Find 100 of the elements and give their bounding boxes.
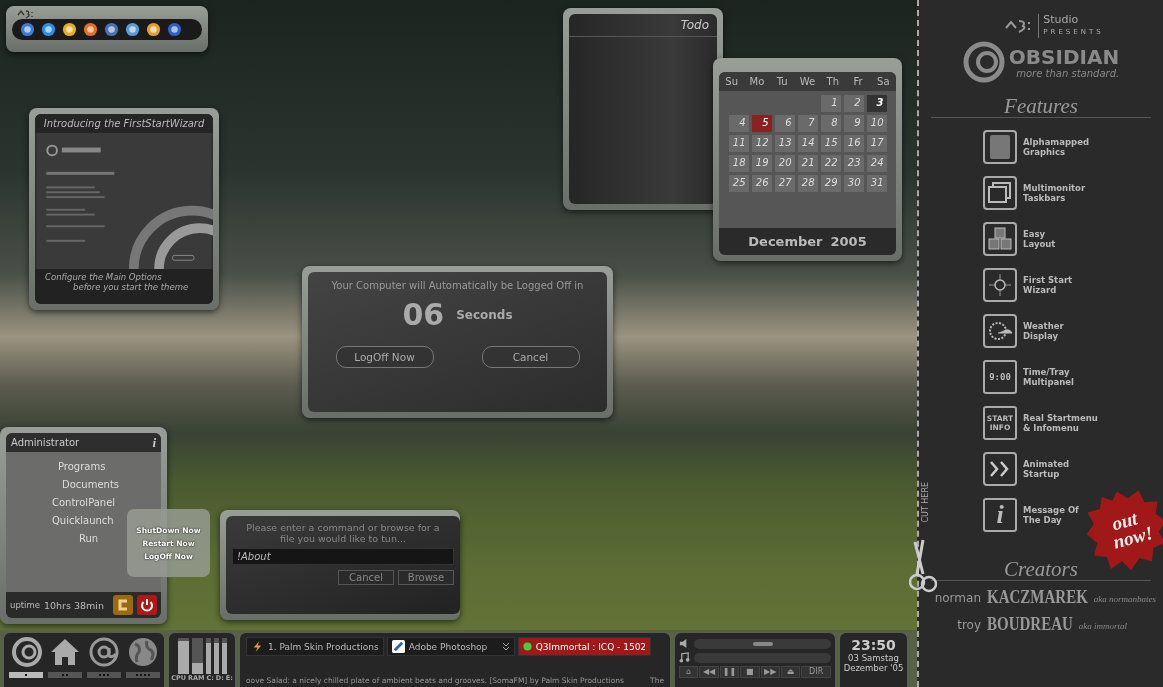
media-button[interactable]: ⌂ [679,666,699,678]
weekday-label: Su [724,76,739,87]
media-button[interactable]: DIR [801,666,832,678]
calendar-day[interactable]: 18 [728,155,749,172]
info-icon[interactable]: i [152,437,156,448]
dialog-button[interactable]: Cancel [338,570,394,585]
feature-label: Weather Display [1023,321,1064,341]
weekday-label: Fr [852,76,864,87]
creator-alias: aka immortal [1078,621,1128,631]
volume-thumb[interactable] [752,641,773,646]
at-sign-icon[interactable] [87,636,120,668]
feature-label: Multimonitor Taskbars [1023,183,1086,203]
cut-here-label: CUT HERE [921,482,930,523]
calendar-day[interactable]: 1 [820,95,841,112]
media-button[interactable]: ▶▶ [760,666,780,678]
calendar-day[interactable]: 31 [866,175,887,192]
feature-label: First Start Wizard [1023,275,1073,295]
product-name: OBSIDIAN [1008,45,1120,68]
calendar-day[interactable]: 7 [797,115,818,132]
command-field[interactable]: !About [232,548,454,565]
calendar-day[interactable]: 14 [797,135,818,152]
calendar-day[interactable]: 17 [866,135,887,152]
app-icon[interactable] [125,22,140,37]
scissors-icon [909,538,939,594]
app-icon[interactable] [167,22,182,37]
run-prompt: Please enter a command or browse for a file you would like to tun... [245,522,441,544]
dialog-button[interactable]: Browse [398,570,454,585]
task-button[interactable]: 1. Palm Skin Productions [246,637,384,656]
globe-icon[interactable] [126,636,159,668]
volume-slider[interactable] [694,638,831,649]
calendar-day[interactable]: 3 [866,95,887,112]
calendar-day[interactable]: 22 [820,155,841,172]
media-button[interactable]: ❚❚ [719,666,740,678]
calendar-day[interactable]: 24 [866,155,887,172]
weekday-label: We [798,76,817,87]
calendar-day[interactable]: 9 [843,115,864,132]
menu-item[interactable]: Documents [62,479,120,490]
calendar-day[interactable]: 23 [843,155,864,172]
slogan: more than standard. [1016,67,1120,79]
features-heading: Features [931,95,1151,118]
weekday-label: Sa [876,76,891,87]
calendar-day[interactable]: 20 [774,155,795,172]
weekday-label: Tu [775,76,789,87]
feature-label: Real Startmenu & Infomenu [1023,413,1098,433]
calendar-day[interactable]: 6 [774,115,795,132]
sun-cloud-icon [983,314,1017,348]
calendar-day[interactable]: 4 [728,115,749,132]
dialog-button[interactable]: LogOff Now [335,346,434,368]
calendar-day[interactable]: 25 [728,175,749,192]
calendar-day[interactable]: 29 [820,175,841,192]
calendar-day[interactable]: 5 [751,115,772,132]
calendar-day[interactable]: 27 [774,175,795,192]
indicator-bar[interactable] [8,672,43,678]
calendar-day[interactable]: 15 [820,135,841,152]
feature-label: Easy Layout [1023,229,1056,249]
dialog-button[interactable]: Cancel [481,346,580,368]
calendar-day[interactable]: 21 [797,155,818,172]
menu-item[interactable]: Quicklaunch [52,515,114,526]
calendar-day[interactable]: 11 [728,135,749,152]
app-icon[interactable] [20,22,35,37]
task-button[interactable]: Q3Immortal : ICQ - 1502 [517,637,652,656]
rings-logo-icon [962,41,1005,83]
menu-item[interactable]: Run [79,533,99,544]
calendar-day[interactable]: 28 [797,175,818,192]
task-button[interactable]: Adobe Photoshop [386,637,515,656]
calendar-year: 2005 [830,234,867,249]
calendar-day[interactable]: 26 [751,175,772,192]
calendar-day[interactable]: 19 [751,155,772,172]
calendar-day[interactable]: 30 [843,175,864,192]
app-icon[interactable] [146,22,161,37]
cubes-icon [983,222,1017,256]
menu-item[interactable]: Programs [58,461,106,472]
menu-item[interactable]: ControlPanel [52,497,116,508]
app-icon[interactable] [41,22,56,37]
rings-icon[interactable] [9,636,42,668]
calendar-day[interactable]: 8 [820,115,841,132]
crosshair-icon [983,268,1017,302]
calendar-day[interactable]: 2 [843,95,864,112]
power-icon[interactable] [137,595,157,615]
uptime-label: uptime [10,600,40,610]
calendar-day[interactable]: 12 [751,135,772,152]
media-button[interactable]: ■ [740,666,760,678]
media-button[interactable]: ⏏ [780,666,801,678]
app-icon[interactable] [62,22,77,37]
calendar-day[interactable]: 16 [843,135,864,152]
app-icon [391,640,405,653]
creator-first-name: troy [956,618,981,632]
clock-date: 03 Samstag [848,653,899,663]
creators-heading: Creators [931,558,1151,581]
media-button[interactable]: ◀◀ [699,666,719,678]
calendar-day[interactable]: 10 [866,115,887,132]
studio-name: Studio [1043,14,1080,26]
creator-alias: aka normanbates [1093,594,1157,604]
chevron-down-icon [501,642,510,651]
app-icon[interactable] [104,22,119,37]
app-icon[interactable] [83,22,98,37]
calendar-day[interactable]: 13 [774,135,795,152]
feature-label: Message Of The Day [1023,505,1079,525]
clock-icon: 9:00 [983,360,1017,394]
todo-title: Todo [569,14,717,37]
